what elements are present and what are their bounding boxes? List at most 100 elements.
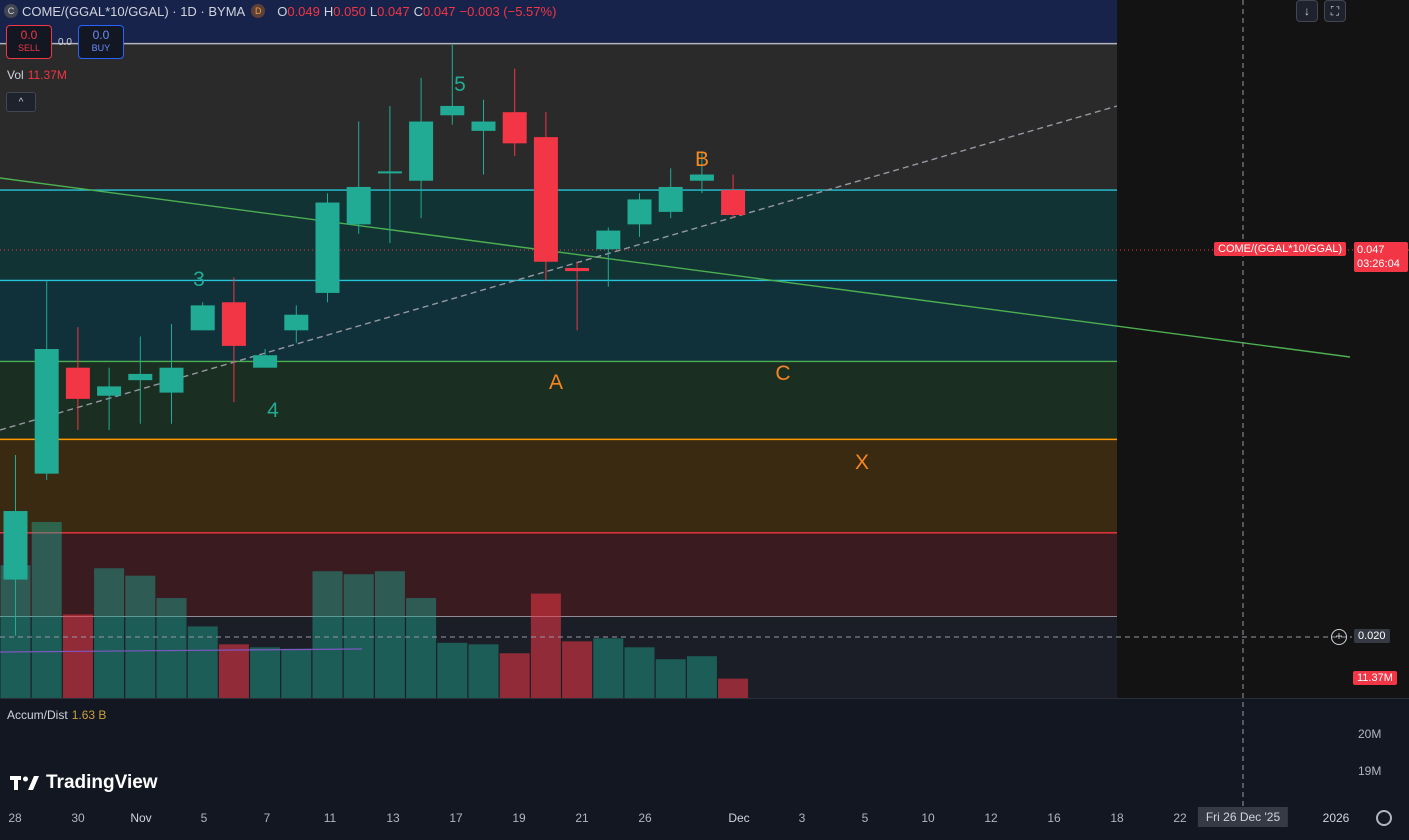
candle-body (502, 112, 527, 144)
time-axis-label: Nov (130, 811, 152, 825)
time-axis-label: 13 (386, 811, 400, 825)
spread-value: 0.0 (58, 36, 72, 48)
volume-bar (468, 644, 499, 698)
crosshair-date-tag: Fri 26 Dec '25 (1197, 807, 1289, 827)
time-axis-label: 22 (1173, 811, 1187, 825)
candle-body (128, 373, 153, 381)
candle-body (721, 190, 746, 216)
volume-bar (218, 644, 249, 698)
tradingview-logo[interactable]: TradingView (10, 772, 158, 794)
future-area (1117, 0, 1409, 698)
volume-bar (374, 571, 405, 698)
candle-body (533, 137, 558, 262)
candle-body (440, 105, 465, 116)
ohlc-close-value: 0.047 (423, 3, 456, 19)
time-axis-label: 3 (798, 811, 806, 825)
zone-2 (0, 190, 1117, 281)
time-axis-label: 30 (71, 811, 85, 825)
volume-legend[interactable]: Vol 11.37M (7, 68, 67, 82)
ohlc-open-key: O (277, 3, 288, 19)
candle-body (658, 186, 683, 212)
time-axis-label: 7 (263, 811, 271, 825)
time-axis-label: 2026 (1322, 811, 1350, 825)
symbol-legend: C COME/(GGAL*10/GGAL) · 1D · BYMA D O 0.0… (4, 2, 556, 20)
bar-countdown: 03:26:04 (1357, 258, 1400, 270)
candle[interactable] (533, 112, 558, 281)
time-axis-label: 26 (638, 811, 652, 825)
candle-body (97, 386, 122, 396)
volume-bar (406, 598, 437, 698)
time-axis-label: 28 (8, 811, 22, 825)
time-axis-label: 21 (575, 811, 589, 825)
volume-bar (250, 647, 281, 698)
accum-dist-value: 1.63 B (71, 708, 107, 722)
crosshair-price-tag: 0.020 (1354, 629, 1390, 643)
candle-body (346, 186, 371, 225)
candle-body (284, 314, 309, 331)
volume-bar (562, 641, 593, 698)
wave-label-a: A (548, 371, 564, 394)
candle-body (159, 367, 184, 393)
candle-body (34, 349, 59, 474)
collapse-legend-button[interactable]: ^ (6, 92, 36, 112)
sell-label: SELL (17, 43, 41, 53)
time-axis-label: 17 (449, 811, 463, 825)
time-axis-label: 10 (921, 811, 935, 825)
volume-bar (499, 653, 530, 698)
sell-button[interactable]: 0.0 SELL (6, 25, 52, 59)
candle-body (253, 355, 278, 368)
symbol-icon[interactable]: C (4, 4, 18, 18)
symbol-title[interactable]: COME/(GGAL*10/GGAL) · 1D · BYMA (22, 4, 245, 19)
volume-bar (312, 571, 343, 698)
volume-bar (343, 574, 374, 698)
download-button[interactable]: ↓ (1296, 0, 1318, 22)
candle-body (3, 511, 28, 580)
candle[interactable] (190, 302, 215, 331)
settings-icon[interactable] (1376, 810, 1392, 826)
ohlc-high-key: H (323, 3, 334, 19)
buy-label: BUY (91, 43, 111, 53)
volume-bar (655, 659, 686, 698)
time-axis-label: 5 (861, 811, 869, 825)
time-axis-label: 19 (512, 811, 526, 825)
candle-body (190, 305, 215, 331)
accum-dist-legend[interactable]: Accum/Dist 1.63 B (7, 708, 106, 722)
volume-bar (718, 678, 749, 698)
ohlc-low-key: L (369, 3, 378, 19)
candle-body (565, 267, 590, 272)
volume-bar (31, 522, 62, 698)
delayed-data-badge[interactable]: D (251, 4, 266, 18)
volume-bar (62, 614, 93, 698)
time-axis-label: 16 (1047, 811, 1061, 825)
last-price-tag: 0.047 03:26:04 (1354, 242, 1408, 272)
buy-button[interactable]: 0.0 BUY (77, 25, 124, 59)
volume-bar (686, 656, 717, 698)
candle-body (409, 121, 434, 181)
zone-5 (0, 439, 1117, 533)
volume-bar (530, 593, 561, 698)
volume-bar (94, 568, 125, 698)
trade-buttons: 0.0 SELL 0.0 0.0 BUY (6, 25, 124, 59)
candle-body (689, 174, 714, 181)
zone-1 (0, 43, 1117, 191)
wave-label-4: 4 (267, 399, 279, 422)
fibonacci-zones (0, 0, 1409, 840)
time-axis-label: 12 (984, 811, 998, 825)
add-alert-icon[interactable]: + (1331, 629, 1347, 645)
time-axis-label: 5 (200, 811, 208, 825)
candle-body (627, 199, 652, 225)
volume-legend-value: 11.37M (27, 68, 67, 82)
accum-axis-tick-19m: 19M (1358, 764, 1382, 778)
candle-body (596, 230, 621, 250)
time-axis-label: Dec (728, 811, 750, 825)
volume-tag: 11.37M (1353, 671, 1397, 685)
zone-3 (0, 280, 1117, 362)
wave-label-b: B (694, 148, 710, 171)
chart-canvas[interactable] (0, 0, 1409, 840)
volume-legend-label: Vol (7, 68, 24, 82)
fullscreen-button[interactable]: ⛶ (1324, 0, 1346, 22)
accum-dist-label: Accum/Dist (7, 708, 68, 722)
wave-label-c: C (775, 362, 791, 385)
time-axis-label: 18 (1110, 811, 1124, 825)
candle[interactable] (315, 193, 340, 303)
